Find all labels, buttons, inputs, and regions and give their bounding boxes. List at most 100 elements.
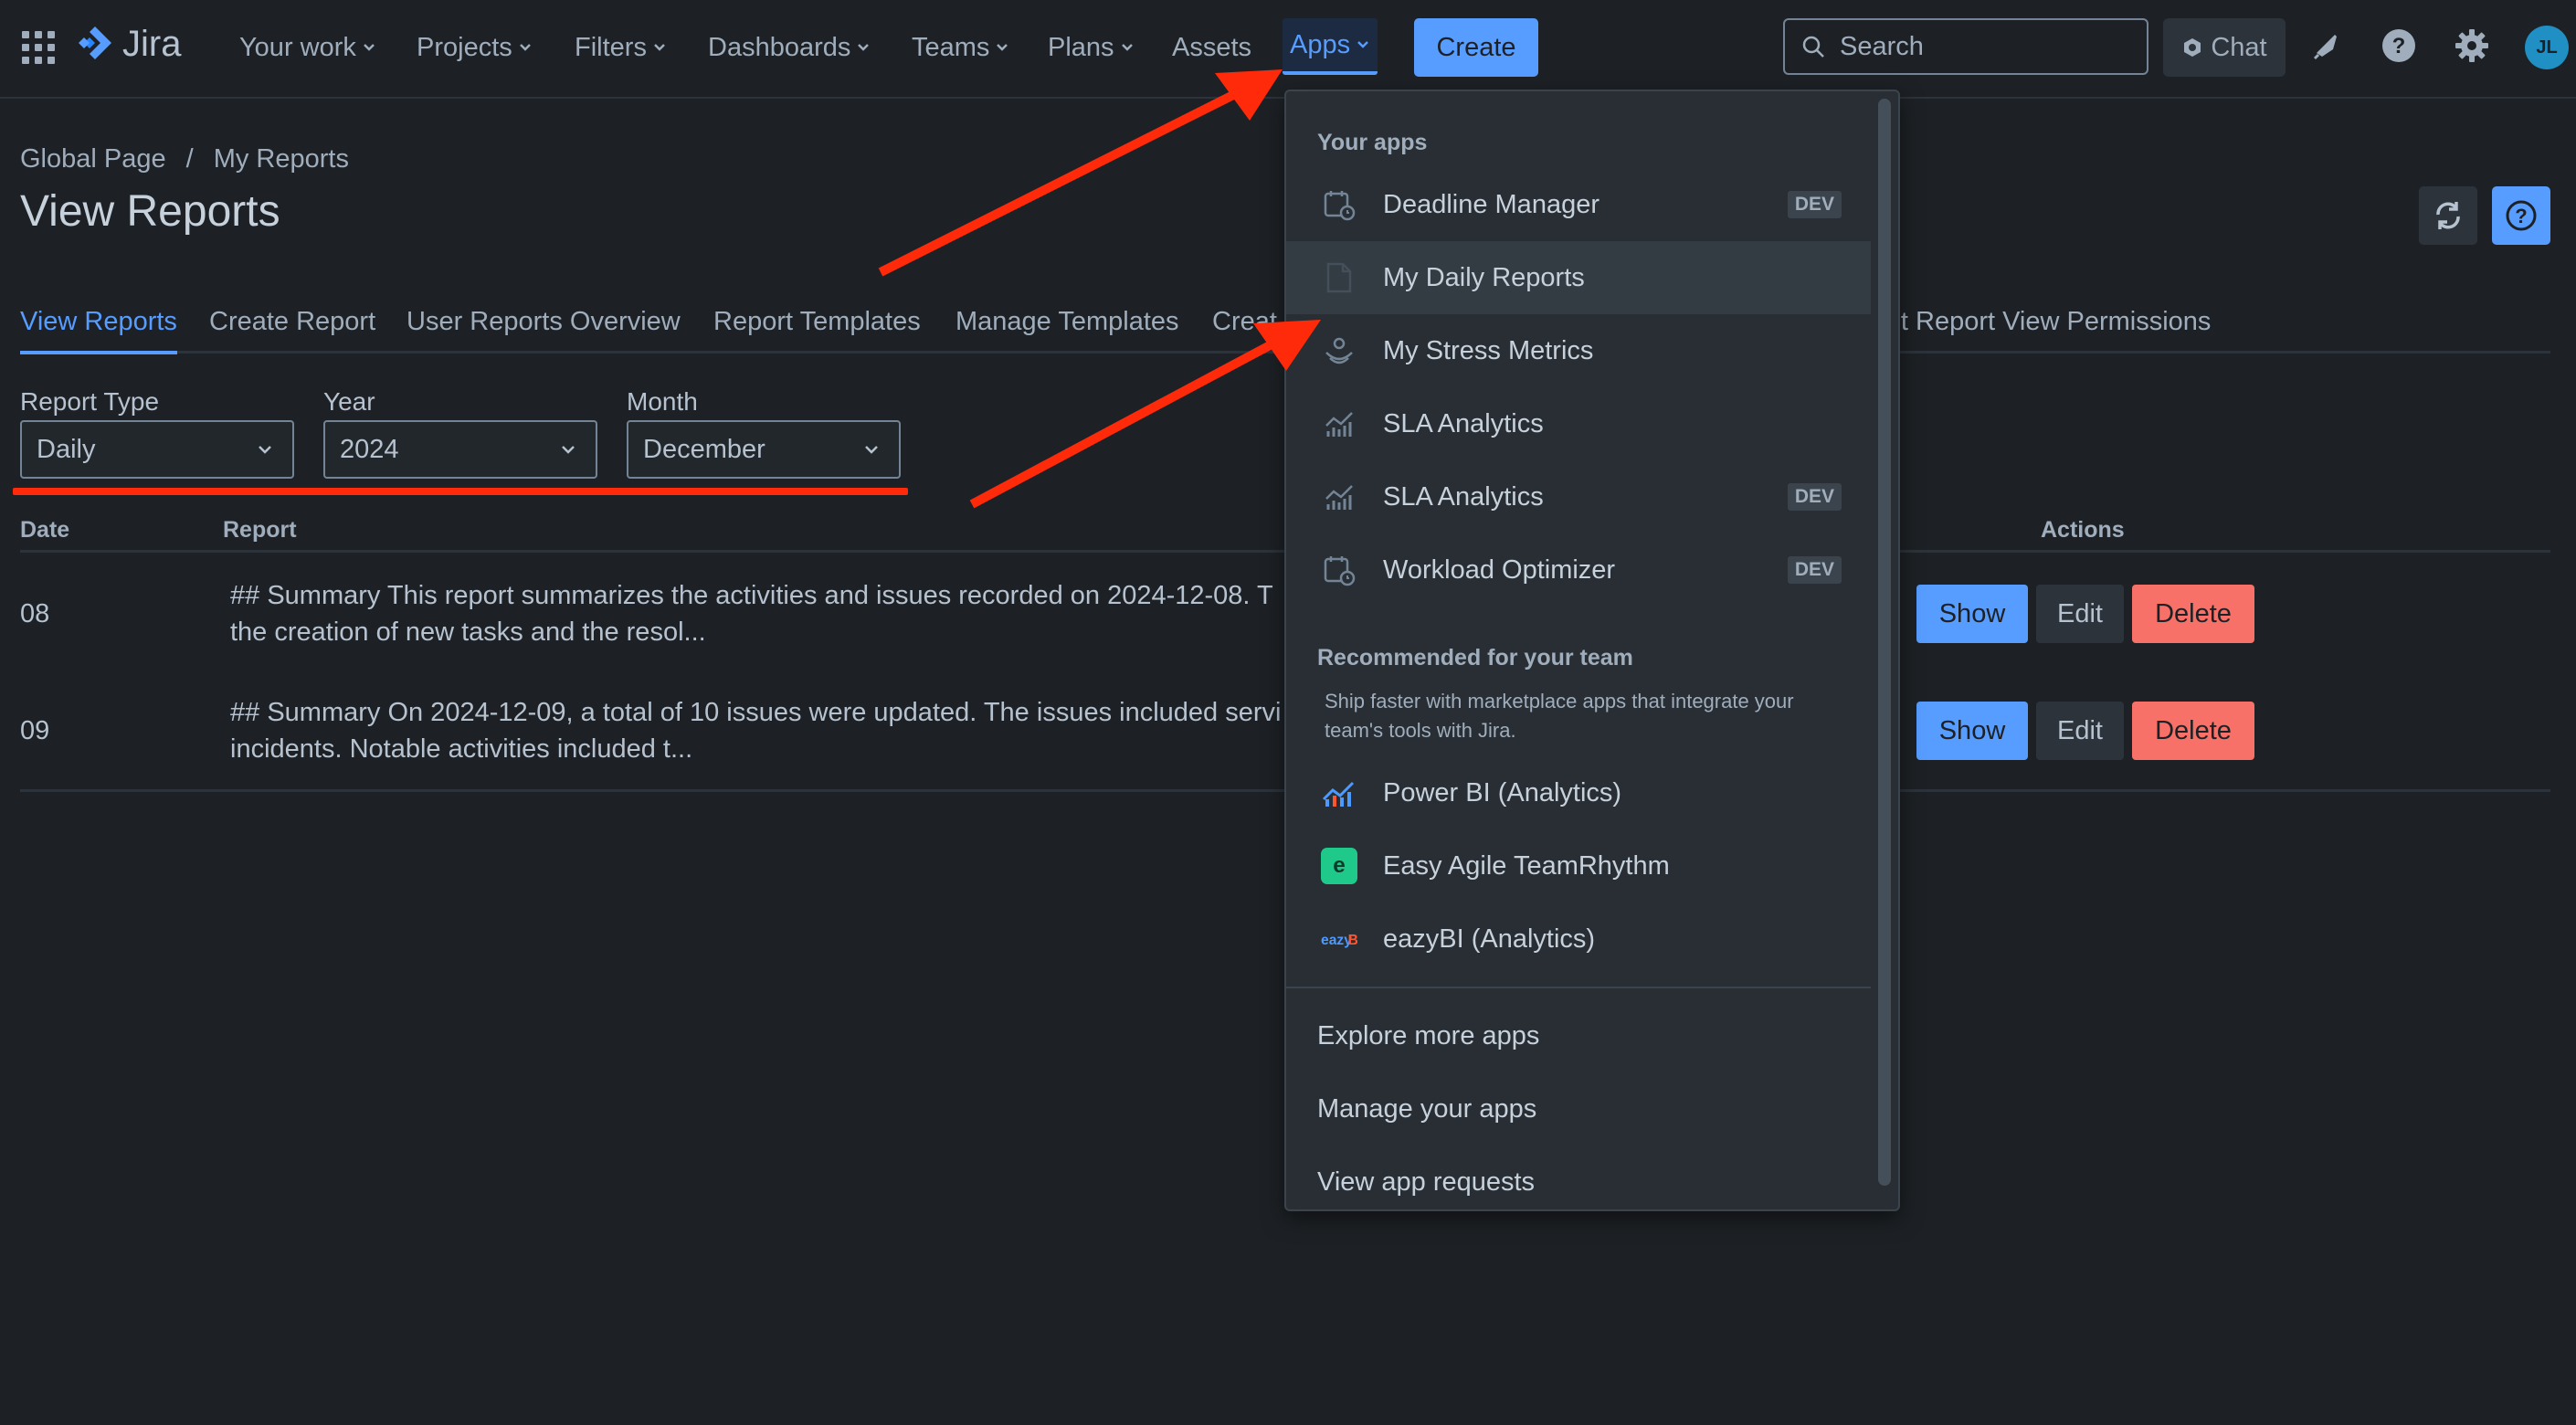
svg-text:e: e xyxy=(1333,853,1346,878)
question-circle-icon: ? xyxy=(2506,200,2537,231)
row-report-line: ## Summary On 2024-12-09, a total of 10 … xyxy=(230,698,1282,727)
dropdown-scrollbar[interactable] xyxy=(1878,99,1891,1186)
tab-edit-report-view-permissions[interactable]: lit Report View Permissions xyxy=(1889,307,2211,337)
breadcrumb: Global Page / My Reports xyxy=(20,144,349,174)
delete-button[interactable]: Delete xyxy=(2132,702,2254,760)
app-item-sla-analytics[interactable]: SLA Analytics xyxy=(1286,387,1871,460)
nav-teams[interactable]: Teams xyxy=(904,22,1017,73)
nav-assets[interactable]: Assets xyxy=(1165,22,1259,73)
report-type-select[interactable]: Daily xyxy=(20,420,294,479)
user-avatar[interactable]: JL xyxy=(2525,26,2569,69)
report-type-label: Report Type xyxy=(20,387,160,416)
year-value: 2024 xyxy=(340,434,399,464)
tab-manage-templates[interactable]: Manage Templates xyxy=(955,307,1179,337)
view-app-requests-link[interactable]: View app requests xyxy=(1317,1167,1535,1198)
app-label: eazyBI (Analytics) xyxy=(1383,924,1596,954)
report-type-value: Daily xyxy=(37,434,96,464)
app-item-my-daily-reports[interactable]: My Daily Reports xyxy=(1286,241,1871,314)
year-label: Year xyxy=(323,387,375,416)
notifications-icon[interactable] xyxy=(2306,26,2346,66)
settings-gear-icon[interactable] xyxy=(2452,26,2492,66)
app-label: My Daily Reports xyxy=(1383,262,1585,292)
chevron-down-icon xyxy=(858,44,870,51)
nav-dashboards[interactable]: Dashboards xyxy=(701,22,878,73)
dev-badge: DEV xyxy=(1787,191,1842,218)
svg-text:?: ? xyxy=(2392,34,2406,58)
nav-label: Filters xyxy=(575,32,647,62)
refresh-button[interactable] xyxy=(2419,186,2477,245)
breadcrumb-item-my-reports[interactable]: My Reports xyxy=(214,144,349,174)
chevron-down-icon xyxy=(997,44,1008,51)
recommended-description: Ship faster with marketplace apps that i… xyxy=(1325,690,1794,742)
top-navigation: Jira Your work Projects Filters Dashboar… xyxy=(0,0,2576,99)
tab-create-partial[interactable]: Creat xyxy=(1212,307,1277,337)
jira-logo[interactable]: Jira xyxy=(77,24,181,65)
svg-text:?: ? xyxy=(2515,205,2527,227)
app-label: Deadline Manager xyxy=(1383,189,1599,219)
document-icon xyxy=(1321,259,1357,296)
year-select[interactable]: 2024 xyxy=(323,420,597,479)
row-report-line: ## Summary This report summarizes the ac… xyxy=(230,581,1273,610)
table-header-date: Date xyxy=(20,517,70,543)
tab-report-templates[interactable]: Report Templates xyxy=(713,307,921,337)
month-select[interactable]: December xyxy=(627,420,901,479)
app-label: SLA Analytics xyxy=(1383,408,1544,438)
show-button[interactable]: Show xyxy=(1916,585,2028,643)
create-button[interactable]: Create xyxy=(1414,18,1538,77)
app-item-power-bi[interactable]: Power BI (Analytics) xyxy=(1286,756,1871,829)
delete-button[interactable]: Delete xyxy=(2132,585,2254,643)
nav-apps[interactable]: Apps xyxy=(1283,18,1378,75)
show-button[interactable]: Show xyxy=(1916,702,2028,760)
nav-label: Plans xyxy=(1048,32,1114,62)
nav-projects[interactable]: Projects xyxy=(409,22,540,73)
easy-agile-icon: e xyxy=(1321,848,1357,884)
app-item-easy-agile-teamrhythm[interactable]: e Easy Agile TeamRhythm xyxy=(1286,829,1871,902)
app-item-my-stress-metrics[interactable]: My Stress Metrics xyxy=(1286,314,1871,387)
powerbi-icon xyxy=(1321,775,1357,811)
logo-text: Jira xyxy=(122,24,182,64)
apps-dropdown-menu: Your apps Deadline Manager DEV My Daily … xyxy=(1284,90,1900,1211)
tab-view-reports[interactable]: View Reports xyxy=(20,307,177,354)
search-input[interactable]: Search xyxy=(1783,18,2148,75)
tab-user-reports-overview[interactable]: User Reports Overview xyxy=(406,307,681,337)
edit-button[interactable]: Edit xyxy=(2036,585,2124,643)
tab-create-report[interactable]: Create Report xyxy=(209,307,375,337)
page-help-button[interactable]: ? xyxy=(2492,186,2550,245)
search-icon xyxy=(1802,36,1824,58)
dropdown-divider xyxy=(1286,987,1871,988)
nav-label: Assets xyxy=(1172,32,1252,62)
chevron-down-icon xyxy=(865,446,878,454)
annotation-underline xyxy=(13,488,908,495)
gauge-icon xyxy=(1321,332,1357,369)
table-header-actions: Actions xyxy=(2041,517,2125,543)
row-report-line: incidents. Notable activities included t… xyxy=(230,734,693,764)
nav-label: Projects xyxy=(417,32,512,62)
app-label: My Stress Metrics xyxy=(1383,335,1594,365)
annotation-arrow-to-daily-reports xyxy=(969,320,1321,509)
nav-plans[interactable]: Plans xyxy=(1040,22,1142,73)
chat-button[interactable]: Chat xyxy=(2163,18,2286,77)
app-item-deadline-manager[interactable]: Deadline Manager DEV xyxy=(1286,168,1871,241)
explore-more-apps-link[interactable]: Explore more apps xyxy=(1317,1021,1539,1051)
app-item-sla-analytics-dev[interactable]: SLA Analytics DEV xyxy=(1286,460,1871,533)
breadcrumb-item-global-page[interactable]: Global Page xyxy=(20,144,166,174)
row-report-line: the creation of new tasks and the resol.… xyxy=(230,618,706,647)
manage-your-apps-link[interactable]: Manage your apps xyxy=(1317,1094,1536,1124)
edit-button[interactable]: Edit xyxy=(2036,702,2124,760)
nav-filters[interactable]: Filters xyxy=(567,22,674,73)
app-item-eazybi[interactable]: eazyBI eazyBI (Analytics) xyxy=(1286,902,1871,976)
app-item-workload-optimizer[interactable]: Workload Optimizer DEV xyxy=(1286,533,1871,607)
app-switcher-icon[interactable] xyxy=(22,31,55,64)
month-label: Month xyxy=(627,387,698,416)
chart-icon xyxy=(1321,406,1357,442)
refresh-icon xyxy=(2436,202,2460,229)
app-label: Power BI (Analytics) xyxy=(1383,777,1622,808)
nav-your-work[interactable]: Your work xyxy=(232,22,384,73)
app-label: Workload Optimizer xyxy=(1383,554,1616,585)
app-label: SLA Analytics xyxy=(1383,481,1544,512)
chart-icon xyxy=(1321,479,1357,515)
chevron-down-icon xyxy=(562,446,575,454)
nav-label: Your work xyxy=(239,32,356,62)
dev-badge: DEV xyxy=(1787,556,1842,584)
help-icon[interactable]: ? xyxy=(2379,26,2419,66)
